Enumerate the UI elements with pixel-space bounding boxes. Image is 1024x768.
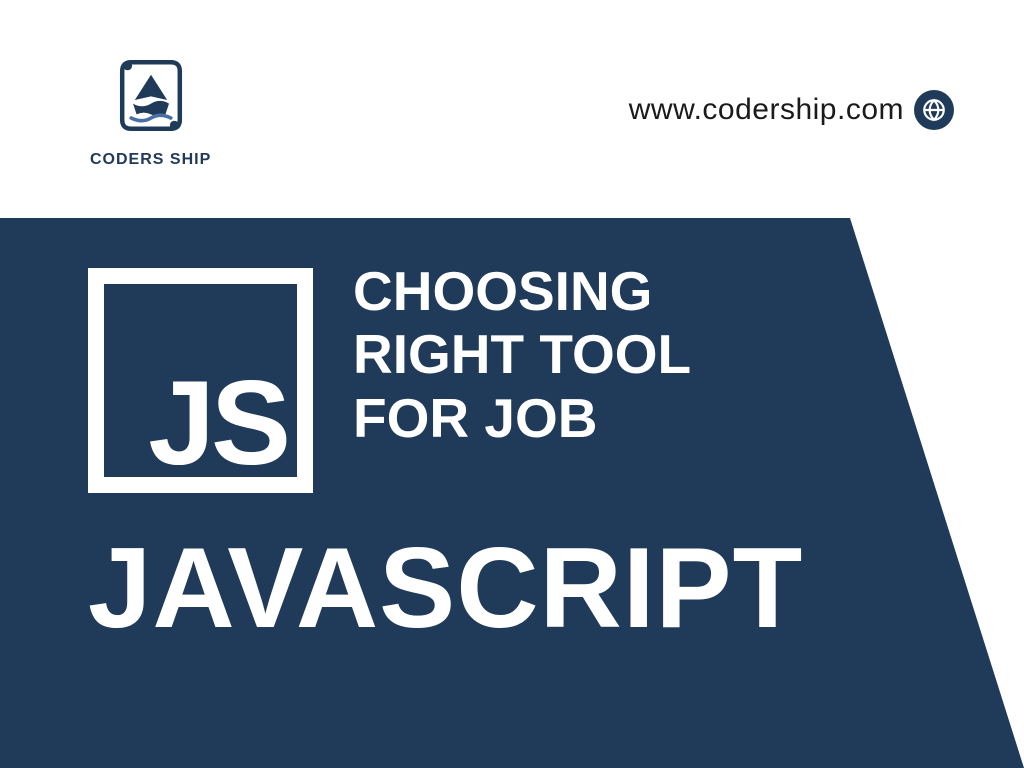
brand-name: CODERS SHIP [90,151,211,169]
headline-line-2: RIGHT TOOL [353,323,691,386]
website-url: www.codership.com [629,93,904,127]
js-logo-icon: JS [88,268,313,493]
hero-row: JS CHOOSING RIGHT TOOL FOR JOB [88,260,1024,493]
headline-line-3: FOR JOB [353,387,691,450]
url-row: www.codership.com [629,90,954,130]
brand-logo: CODERS SHIP [90,55,211,169]
headline-line-1: CHOOSING [353,260,691,323]
js-logo-text: JS [148,363,287,483]
globe-icon [914,90,954,130]
header: CODERS SHIP www.codership.com [0,0,1024,220]
main-title: JAVASCRIPT [88,523,1024,654]
hero-panel: JS CHOOSING RIGHT TOOL FOR JOB JAVASCRIP… [0,218,1024,768]
ship-logo-icon [106,55,196,145]
hero-content: JS CHOOSING RIGHT TOOL FOR JOB JAVASCRIP… [0,218,1024,768]
headline: CHOOSING RIGHT TOOL FOR JOB [353,260,691,450]
